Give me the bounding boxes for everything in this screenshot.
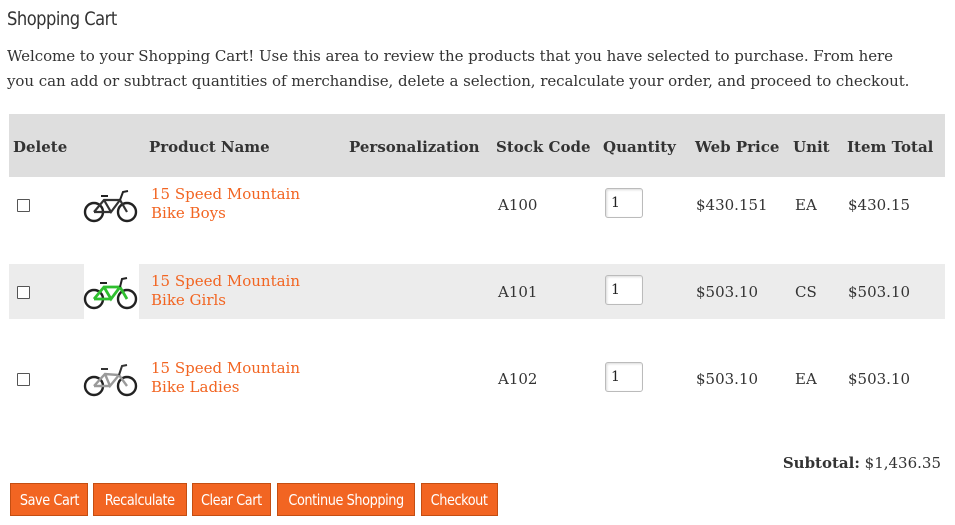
page-title: Shopping Cart: [7, 8, 117, 30]
item-total: $503.10: [848, 283, 911, 301]
table-row: 15 Speed Mountain Bike Boys A100 $430.15…: [9, 177, 945, 264]
recalculate-button[interactable]: Recalculate: [93, 483, 187, 516]
subtotal-label: Subtotal:: [782, 454, 860, 472]
item-total: $503.10: [848, 370, 911, 388]
intro-line-2: you can add or subtract quantities of me…: [7, 72, 910, 90]
header-item-total: Item Total: [847, 138, 934, 156]
stock-code: A101: [498, 283, 538, 301]
header-quantity: Quantity: [603, 138, 676, 156]
black-bmx-bike-icon[interactable]: [82, 187, 140, 223]
save-cart-button[interactable]: Save Cart: [10, 483, 88, 516]
stock-code: A100: [498, 196, 538, 214]
checkout-button[interactable]: Checkout: [421, 483, 498, 516]
delete-checkbox[interactable]: [17, 373, 30, 386]
continue-shopping-button[interactable]: Continue Shopping: [277, 483, 415, 516]
header-delete: Delete: [13, 138, 68, 156]
silver-mountain-bike-icon[interactable]: [82, 361, 140, 397]
delete-checkbox[interactable]: [17, 286, 30, 299]
header-unit: Unit: [793, 138, 830, 156]
product-name-link[interactable]: 15 Speed Mountain Bike Boys: [151, 185, 300, 223]
web-price: $503.10: [696, 370, 759, 388]
quantity-input[interactable]: [605, 275, 643, 305]
intro-text: Welcome to your Shopping Cart! Use this …: [7, 44, 952, 94]
header-product-name: Product Name: [149, 138, 270, 156]
subtotal: Subtotal: $1,436.35: [783, 454, 941, 472]
unit: EA: [795, 370, 817, 388]
table-row: 15 Speed Mountain Bike Ladies A102 $503.…: [9, 351, 945, 438]
clear-cart-button[interactable]: Clear Cart: [192, 483, 271, 516]
table-row: 15 Speed Mountain Bike Girls A101 $503.1…: [9, 264, 945, 351]
table-header: Delete Product Name Personalization Stoc…: [9, 114, 945, 177]
product-name-link[interactable]: 15 Speed Mountain Bike Girls: [151, 272, 300, 310]
unit: CS: [795, 283, 817, 301]
intro-line-1: Welcome to your Shopping Cart! Use this …: [7, 47, 893, 65]
delete-checkbox[interactable]: [17, 199, 30, 212]
web-price: $430.151: [696, 196, 768, 214]
quantity-input[interactable]: [605, 362, 643, 392]
header-stock-code: Stock Code: [496, 138, 591, 156]
header-web-price: Web Price: [695, 138, 780, 156]
green-bmx-bike-icon[interactable]: [82, 274, 140, 310]
product-name-link[interactable]: 15 Speed Mountain Bike Ladies: [151, 359, 300, 397]
header-personalization: Personalization: [349, 138, 480, 156]
quantity-input[interactable]: [605, 188, 643, 218]
item-total: $430.15: [848, 196, 911, 214]
web-price: $503.10: [696, 283, 759, 301]
cart-table: Delete Product Name Personalization Stoc…: [9, 114, 945, 438]
subtotal-value: $1,436.35: [864, 454, 941, 472]
stock-code: A102: [498, 370, 538, 388]
unit: EA: [795, 196, 817, 214]
